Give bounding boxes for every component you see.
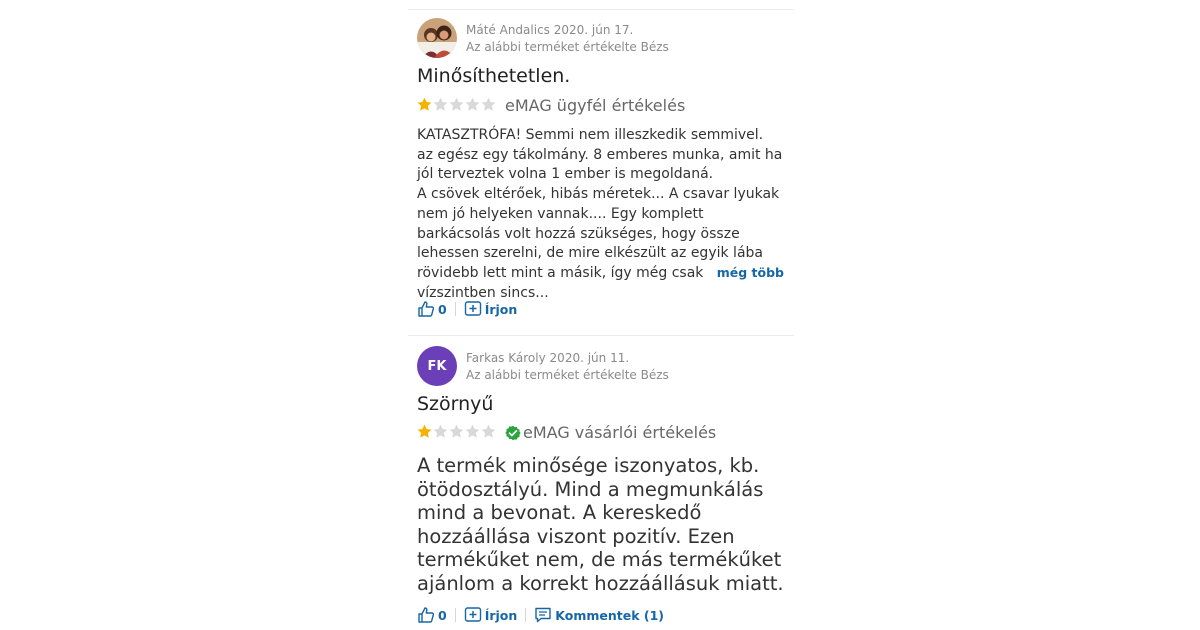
star-filled-icon <box>417 97 432 111</box>
review-card: FK Farkas Károly 2020. jún 11. Az alábbi… <box>408 346 794 630</box>
reviews-column: Máté Andalics 2020. jún 17. Az alábbi te… <box>408 0 794 630</box>
badge-label: eMAG vásárlói értékelés <box>523 423 717 442</box>
show-more-link[interactable]: még több <box>717 265 784 280</box>
reply-label: Írjon <box>484 301 518 317</box>
like-count: 0 <box>438 607 447 623</box>
review-body: A termék minősége iszonyatos, kb. ötödos… <box>417 454 784 595</box>
review-body-line: KATASZTRÓFA! Semmi nem illeszkedik semmi… <box>417 127 764 143</box>
star-empty-icon <box>449 424 464 438</box>
review-meta: Máté Andalics 2020. jún 17. Az alábbi te… <box>466 22 669 56</box>
star-empty-icon <box>433 424 448 438</box>
verified-check-icon <box>505 425 521 440</box>
star-rating <box>417 424 496 439</box>
product-note: Az alábbi terméket értékelte Bézs <box>466 368 669 382</box>
review-title: Minősíthetetlen. <box>417 65 571 87</box>
reply-button[interactable]: Írjon <box>464 300 518 318</box>
product-note: Az alábbi terméket értékelte Bézs <box>466 40 669 54</box>
star-empty-icon <box>481 97 496 111</box>
like-button[interactable]: 0 <box>417 606 447 624</box>
review-date: 2020. jún 17. <box>553 23 634 37</box>
star-empty-icon <box>449 97 464 111</box>
star-empty-icon <box>433 97 448 111</box>
star-empty-icon <box>481 424 496 438</box>
comments-button[interactable]: Kommentek (1) <box>534 606 664 624</box>
review-date: 2020. jún 11. <box>549 351 630 365</box>
author-name: Máté Andalics <box>466 23 550 37</box>
reply-button[interactable]: Írjon <box>464 606 518 624</box>
badge-label: eMAG ügyfél értékelés <box>505 96 686 115</box>
review-body-line: A csövek eltérőek, hibás méretek... A cs… <box>417 186 780 301</box>
like-button[interactable]: 0 <box>417 300 447 318</box>
author-name: Farkas Károly <box>466 351 546 365</box>
review-title: Szörnyű <box>417 393 494 415</box>
star-empty-icon <box>465 424 480 438</box>
like-count: 0 <box>438 301 447 317</box>
add-reply-icon <box>464 607 481 622</box>
reply-label: Írjon <box>484 607 518 623</box>
comments-label: Kommentek (1) <box>555 607 665 623</box>
action-divider <box>454 302 456 316</box>
action-divider <box>525 608 527 622</box>
avatar <box>417 18 457 58</box>
star-rating <box>417 97 496 112</box>
thumbs-up-icon <box>418 607 435 623</box>
action-divider <box>454 608 456 622</box>
comment-icon <box>535 607 551 623</box>
review-actions: 0 Írjon Kommentek (1) <box>417 605 664 625</box>
star-empty-icon <box>465 97 480 111</box>
reviewer-badge: eMAG vásárlói értékelés <box>505 423 716 442</box>
review-divider <box>408 335 794 336</box>
thumbs-up-icon <box>418 301 435 317</box>
top-divider <box>408 9 794 10</box>
add-reply-icon <box>464 301 481 316</box>
review-meta: Farkas Károly 2020. jún 11. Az alábbi te… <box>466 350 669 384</box>
avatar: FK <box>417 346 457 386</box>
review-card: Máté Andalics 2020. jún 17. Az alábbi te… <box>408 18 794 318</box>
star-filled-icon <box>417 424 432 438</box>
review-actions: 0 Írjon <box>417 299 517 319</box>
reviewer-badge: eMAG ügyfél értékelés <box>505 96 685 115</box>
review-body-line: az egész egy tákolmány. 8 emberes munka,… <box>417 146 783 183</box>
